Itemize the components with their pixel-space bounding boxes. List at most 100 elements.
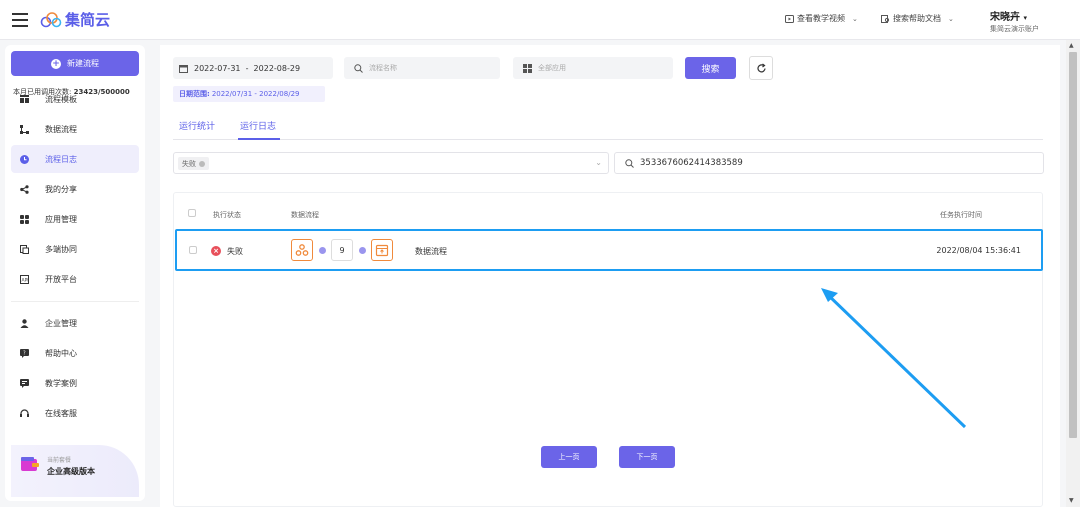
flow-name-input[interactable]: 流程名称	[344, 57, 500, 79]
sidebar-item-label: 开放平台	[45, 274, 77, 284]
prev-page-button[interactable]: 上一页	[541, 446, 597, 468]
logo[interactable]: 集简云	[40, 9, 110, 30]
video-link-label: 查看教学视频	[797, 14, 845, 23]
help-icon: ?	[19, 348, 29, 358]
row-status: 失败	[227, 247, 243, 256]
select-all-checkbox[interactable]	[188, 209, 196, 217]
menu-icon[interactable]	[12, 13, 28, 27]
row-time: 2022/08/04 15:36:41	[936, 246, 1021, 255]
cloud-logo-icon	[40, 11, 62, 27]
docs-search-icon	[881, 14, 890, 23]
sidebar-item-support[interactable]: 在线客服	[11, 399, 139, 427]
search-icon	[354, 63, 363, 73]
date-hint-label: 日期范围:	[179, 90, 210, 98]
sidebar-item-label: 应用管理	[45, 214, 77, 224]
fail-status-icon: ×	[211, 246, 221, 256]
scrollbar-thumb[interactable]	[1069, 52, 1077, 438]
row-checkbox[interactable]	[189, 246, 197, 254]
usage-value: 23423/500000	[73, 88, 130, 96]
tab-divider	[173, 139, 1043, 140]
row-flow-name[interactable]: 数据流程	[415, 246, 447, 257]
sidebar-item-label: 多端协同	[45, 244, 77, 254]
usage-label: 本月已用调用次数:	[13, 88, 72, 96]
enterprise-icon	[19, 318, 29, 328]
sidebar-item-open-platform[interactable]: API 开放平台	[11, 265, 139, 293]
flow-connector-dot	[319, 247, 326, 254]
app-select-placeholder: 全部应用	[538, 64, 566, 72]
flow-step-count: 9	[331, 239, 353, 261]
sync-icon	[19, 244, 29, 254]
sidebar-item-label: 数据流程	[45, 124, 77, 134]
sidebar-item-label: 在线客服	[45, 408, 77, 418]
scrollbar[interactable]: ▲ ▼	[1066, 40, 1080, 507]
docs-link[interactable]: 搜索帮助文档 ⌄	[881, 13, 954, 24]
scroll-down-icon[interactable]: ▼	[1069, 497, 1074, 504]
plan-label: 当前套餐	[47, 457, 72, 464]
top-bar: 集简云 查看教学视频 ⌄ 搜索帮助文档 ⌄ 宋晓卉 ▾ 集简云演示账户	[0, 0, 1080, 40]
case-icon	[19, 378, 29, 388]
flow-connector-dot	[359, 247, 366, 254]
headset-icon	[19, 408, 29, 418]
status-filter-select[interactable]: 失败 ⌄	[173, 152, 609, 174]
wallet-icon	[21, 457, 39, 471]
sidebar-item-sync[interactable]: 多端协同	[11, 235, 139, 263]
refresh-button[interactable]	[749, 56, 773, 80]
column-header-time: 任务执行时间	[940, 211, 982, 219]
plan-name: 企业高级版本	[47, 467, 95, 476]
svg-text:?: ?	[23, 350, 26, 356]
flow-name-placeholder: 流程名称	[369, 64, 397, 72]
close-icon[interactable]	[199, 160, 205, 167]
video-icon	[785, 14, 794, 23]
sidebar-item-label: 教学案例	[45, 378, 77, 388]
sidebar-item-flows[interactable]: 数据流程	[11, 115, 139, 143]
status-tag[interactable]: 失败	[178, 157, 209, 170]
scroll-up-icon[interactable]: ▲	[1069, 42, 1074, 49]
grid-icon	[523, 63, 532, 73]
user-account: 集简云演示账户	[990, 25, 1039, 33]
sidebar-item-logs[interactable]: 流程日志	[11, 145, 139, 173]
sidebar-item-cases[interactable]: 教学案例	[11, 369, 139, 397]
sidebar-divider	[11, 301, 139, 302]
sidebar: + 新建流程 流程模板 数据流程 流程日志 我的分享 应用管理 多端协同 API…	[5, 45, 145, 501]
user-menu[interactable]: 宋晓卉 ▾ 集简云演示账户	[990, 8, 1039, 34]
chevron-down-icon: ⌄	[595, 158, 602, 167]
sidebar-item-label: 帮助中心	[45, 348, 77, 358]
plus-icon: +	[51, 58, 61, 69]
sidebar-item-label: 流程日志	[45, 154, 77, 164]
date-hint-value: 2022/07/31 - 2022/08/29	[211, 90, 300, 98]
svg-text:API: API	[21, 277, 28, 283]
webhook-app-icon	[291, 239, 313, 261]
apps-icon	[19, 214, 29, 224]
task-id-search-input[interactable]: 3533676062414383589	[614, 152, 1044, 174]
docs-link-label: 搜索帮助文档	[893, 14, 941, 23]
sidebar-item-help[interactable]: ? 帮助中心	[11, 339, 139, 367]
tab-statistics[interactable]: 运行统计	[179, 119, 215, 132]
share-icon	[19, 184, 29, 194]
chevron-down-icon: ⌄	[948, 14, 954, 23]
sidebar-item-share[interactable]: 我的分享	[11, 175, 139, 203]
tab-run-logs[interactable]: 运行日志	[240, 119, 276, 132]
caret-down-icon: ▾	[1023, 14, 1027, 22]
sidebar-item-label: 企业管理	[45, 318, 77, 328]
search-icon	[625, 158, 634, 168]
date-range-picker[interactable]: 2022-07-31 - 2022-08-29	[173, 57, 333, 79]
video-link[interactable]: 查看教学视频 ⌄	[785, 13, 858, 24]
new-flow-label: 新建流程	[67, 59, 99, 68]
new-flow-button[interactable]: + 新建流程	[11, 51, 139, 76]
table-row[interactable]: × 失败 9 数据流程 2022/08/04 15:36:41	[175, 229, 1043, 271]
sidebar-item-enterprise[interactable]: 企业管理	[11, 309, 139, 337]
column-header-status: 执行状态	[213, 211, 241, 219]
sidebar-item-label: 我的分享	[45, 184, 77, 194]
date-range-value: 2022-07-31 - 2022-08-29	[194, 63, 301, 73]
calendar-app-icon	[371, 239, 393, 261]
flow-icon	[19, 124, 29, 134]
sidebar-item-apps[interactable]: 应用管理	[11, 205, 139, 233]
chevron-down-icon: ⌄	[852, 14, 858, 23]
usage-text: 本月已用调用次数: 23423/500000	[13, 87, 130, 97]
app-select[interactable]: 全部应用	[513, 57, 673, 79]
main-panel: 2022-07-31 - 2022-08-29 日期范围: 2022/07/31…	[160, 45, 1060, 507]
search-button[interactable]: 搜索	[685, 57, 736, 79]
date-range-hint: 日期范围: 2022/07/31 - 2022/08/29	[173, 86, 325, 102]
active-tab-indicator	[238, 138, 280, 140]
next-page-button[interactable]: 下一页	[619, 446, 675, 468]
